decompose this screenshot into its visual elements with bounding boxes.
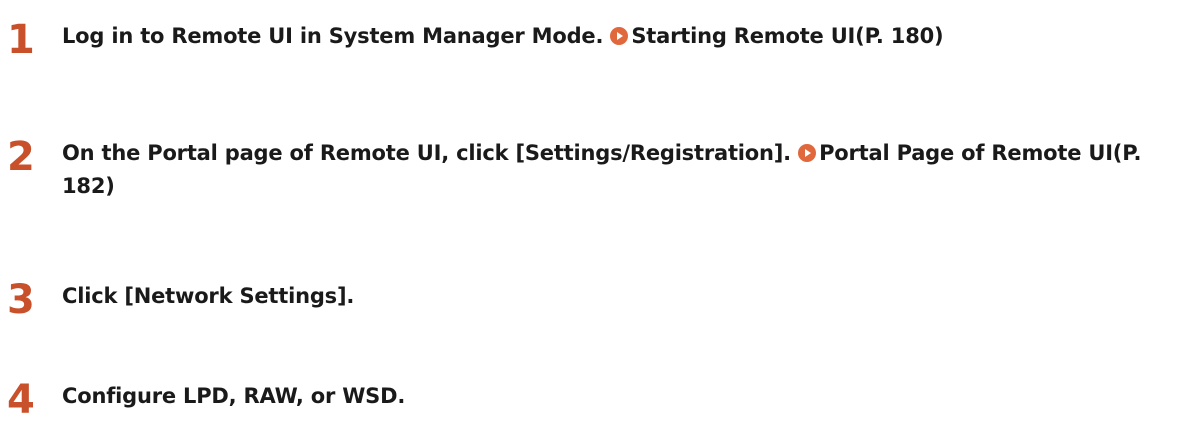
- step-number: 4: [7, 377, 35, 423]
- arrow-circle-icon: [798, 144, 817, 162]
- step-text: Log in to Remote UI in System Manager Mo…: [62, 20, 1200, 53]
- step-instruction: Configure LPD, RAW, or WSD.: [62, 384, 406, 408]
- step-instruction: Click [Network Settings].: [62, 284, 355, 308]
- step-text: Configure LPD, RAW, or WSD.: [62, 380, 1200, 413]
- step-instruction: Log in to Remote UI in System Manager Mo…: [62, 24, 604, 48]
- step-text: Click [Network Settings].: [62, 280, 1200, 313]
- step-instruction: On the Portal page of Remote UI, click […: [62, 141, 791, 165]
- step-number: 2: [7, 134, 35, 180]
- link-label: Starting Remote UI(P. 180): [631, 24, 944, 48]
- instruction-page: 1 Log in to Remote UI in System Manager …: [0, 0, 1200, 432]
- starting-remote-ui-link[interactable]: Starting Remote UI(P. 180): [610, 24, 944, 48]
- step-number: 3: [7, 277, 35, 323]
- step-number: 1: [7, 17, 35, 63]
- arrow-circle-icon: [610, 27, 629, 45]
- step-text: On the Portal page of Remote UI, click […: [62, 137, 1200, 203]
